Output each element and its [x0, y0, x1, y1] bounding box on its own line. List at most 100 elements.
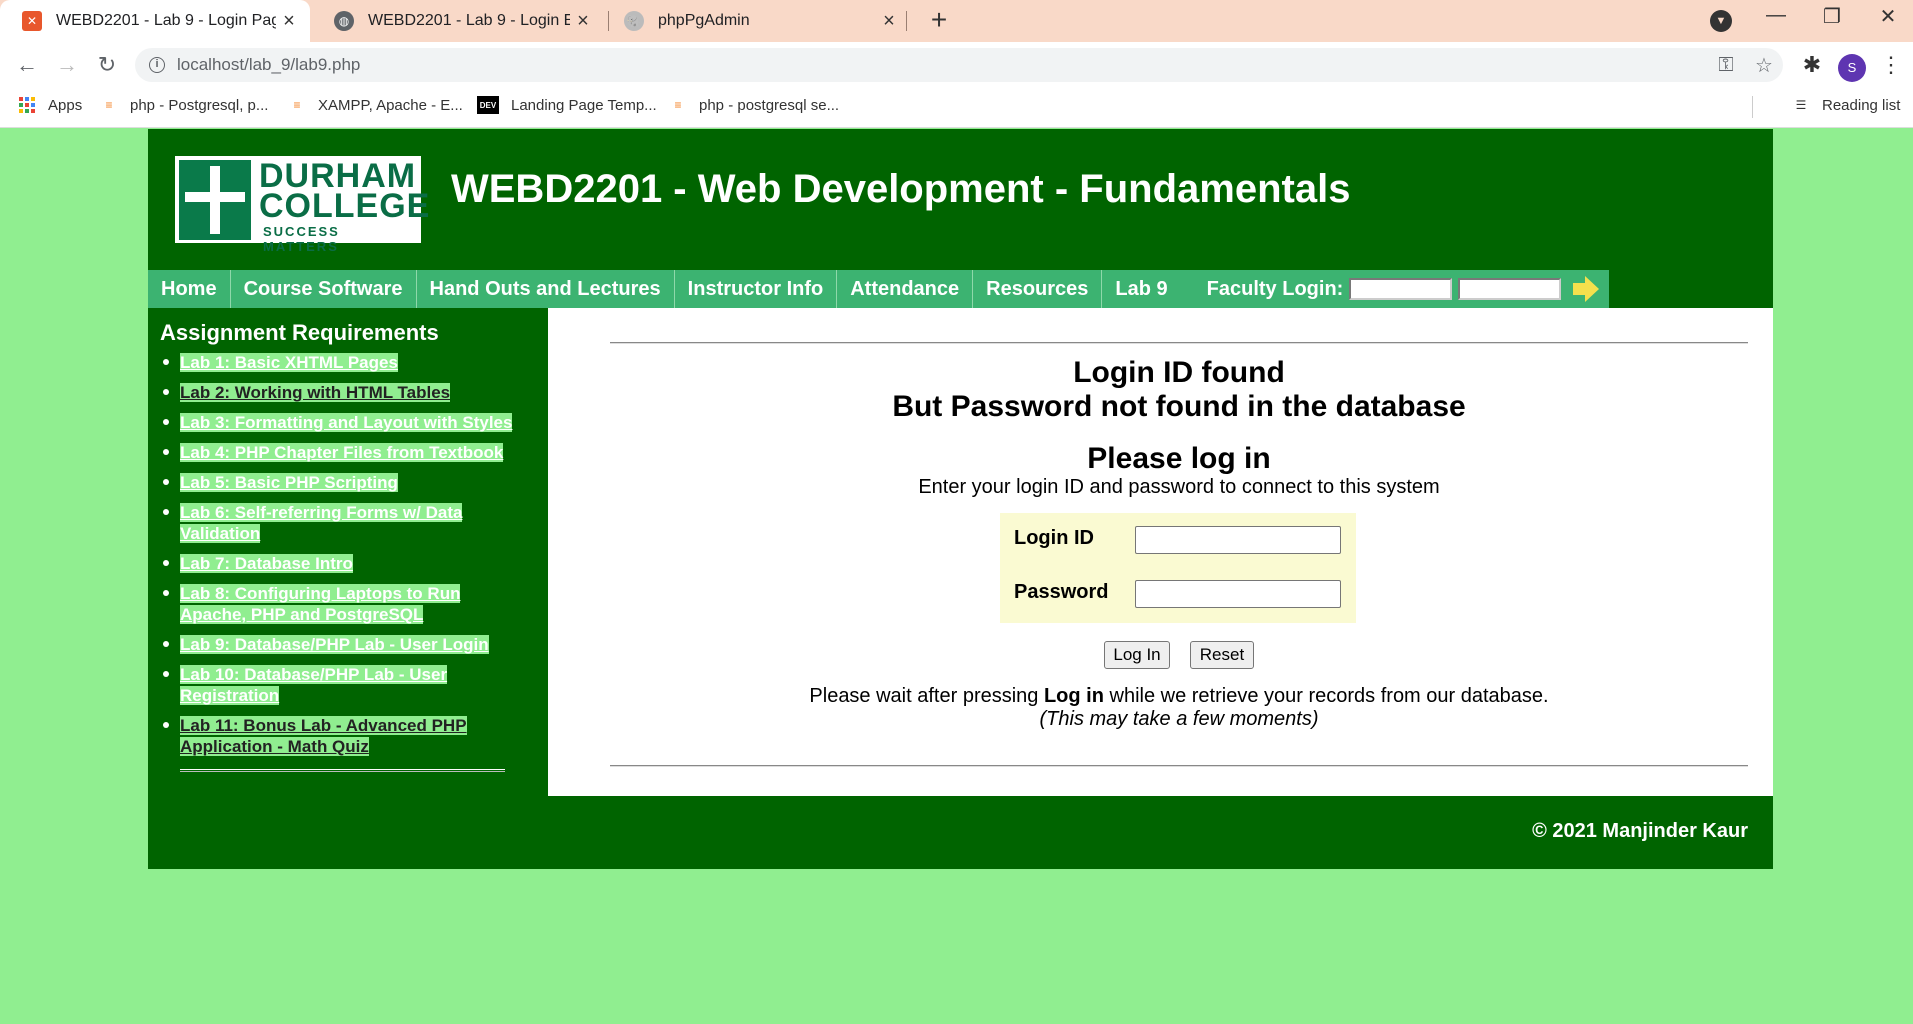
faculty-password-input[interactable]: [1458, 278, 1562, 300]
lab-8-link[interactable]: Lab 8: Configuring Laptops to Run Apache…: [180, 584, 461, 624]
message-line-2: But Password not found in the database: [892, 390, 1466, 423]
please-login-heading: Please log in: [1087, 442, 1271, 475]
list-item: Lab 5: Basic PHP Scripting: [160, 472, 540, 493]
key-icon[interactable]: ⚿: [1707, 54, 1745, 77]
lab-4-link[interactable]: Lab 4: PHP Chapter Files from Textbook: [180, 443, 504, 462]
close-tab-icon[interactable]: ×: [276, 10, 302, 33]
close-window-button[interactable]: ✕: [1868, 4, 1908, 29]
forward-button[interactable]: →: [50, 48, 84, 82]
lab-9-link[interactable]: Lab 9: Database/PHP Lab - User Login: [180, 635, 489, 654]
lab-1-link[interactable]: Lab 1: Basic XHTML Pages: [180, 353, 398, 372]
browser-toolbar: ← → ↻ i localhost/lab_9/lab9.php ⚿ ☆ ✱ S…: [0, 42, 1913, 88]
bookmark-xampp[interactable]: ≡ XAMPP, Apache - E...: [288, 96, 463, 114]
message-line-1: Login ID found: [1073, 356, 1285, 389]
url-text[interactable]: localhost/lab_9/lab9.php: [177, 55, 1707, 75]
faculty-login-id-input[interactable]: [1349, 278, 1453, 300]
copyright-text: © 2021 Manjinder Kaur: [1532, 820, 1748, 842]
elephant-icon: 🐘: [624, 11, 644, 31]
site-footer: © 2021 Manjinder Kaur: [148, 796, 1773, 869]
bookmark-landing-page[interactable]: DEV Landing Page Temp...: [477, 96, 657, 114]
bookmark-php-postgresql[interactable]: ≡ php - Postgresql, p...: [100, 96, 268, 114]
nav-home[interactable]: Home: [148, 270, 231, 308]
bookmarks-bar: Apps ≡ php - Postgresql, p... ≡ XAMPP, A…: [0, 88, 1913, 128]
nav-lab-9[interactable]: Lab 9: [1102, 270, 1180, 308]
nav-course-software[interactable]: Course Software: [231, 270, 417, 308]
main-nav: Home Course Software Hand Outs and Lectu…: [148, 270, 1773, 308]
lab-7-link[interactable]: Lab 7: Database Intro: [180, 554, 353, 573]
tab-separator: [608, 11, 609, 31]
login-id-label: Login ID: [1014, 527, 1094, 549]
minimize-button[interactable]: —: [1756, 4, 1796, 27]
reading-list-button[interactable]: ☰ Reading list: [1792, 96, 1901, 114]
lab-2-link[interactable]: Lab 2: Working with HTML Tables: [180, 383, 451, 402]
globe-icon: ◍: [334, 11, 354, 31]
profile-avatar[interactable]: S: [1838, 54, 1866, 82]
assignment-list: Lab 1: Basic XHTML Pages Lab 2: Working …: [160, 352, 548, 757]
nav-resources[interactable]: Resources: [973, 270, 1103, 308]
restore-button[interactable]: ❐: [1812, 4, 1852, 29]
bookmark-label: Apps: [48, 96, 83, 114]
site-header: DURHAM COLLEGE SUCCESS MATTERS WEBD2201 …: [148, 129, 1773, 270]
bookmark-postgresql-se[interactable]: ≡ php - postgresql se...: [669, 96, 839, 114]
reset-button[interactable]: Reset: [1190, 641, 1254, 669]
bottom-divider: [610, 765, 1748, 767]
list-item: Lab 11: Bonus Lab - Advanced PHP Applica…: [160, 715, 490, 757]
durham-college-logo: DURHAM COLLEGE SUCCESS MATTERS: [173, 154, 429, 254]
close-tab-icon[interactable]: ×: [570, 10, 596, 33]
lab-10-link[interactable]: Lab 10: Database/PHP Lab - User Registra…: [180, 665, 448, 705]
address-bar[interactable]: i localhost/lab_9/lab9.php ⚿ ☆: [135, 48, 1783, 82]
extensions-puzzle-icon[interactable]: ✱: [1795, 50, 1829, 80]
list-item: Lab 1: Basic XHTML Pages: [160, 352, 540, 373]
reading-list-icon: ☰: [1795, 98, 1807, 112]
site-container: DURHAM COLLEGE SUCCESS MATTERS WEBD2201 …: [148, 129, 1773, 869]
apps-grid-icon: [18, 96, 36, 114]
site-info-icon[interactable]: i: [149, 57, 165, 73]
list-item: Lab 7: Database Intro: [160, 553, 540, 574]
menu-kebab-icon[interactable]: ⋮: [1874, 50, 1908, 80]
new-tab-button[interactable]: +: [922, 4, 956, 36]
star-bookmark-icon[interactable]: ☆: [1745, 53, 1783, 78]
tab-phppgadmin[interactable]: 🐘 phpPgAdmin ×: [610, 0, 910, 42]
dev-icon: DEV: [477, 96, 499, 114]
sidebar-divider: [180, 769, 505, 772]
wait-notice: Please wait after pressing Log in while …: [610, 685, 1748, 731]
list-item: Lab 9: Database/PHP Lab - User Login: [160, 634, 540, 655]
arrow-right-icon[interactable]: [1573, 276, 1600, 302]
password-input[interactable]: [1135, 580, 1341, 608]
password-label: Password: [1014, 581, 1109, 603]
tab-search-icon[interactable]: ▼: [1710, 10, 1732, 32]
nav-instructor-info[interactable]: Instructor Info: [675, 270, 838, 308]
moments-text: (This may take a few moments): [1039, 708, 1319, 730]
sidebar: Assignment Requirements Lab 1: Basic XHT…: [148, 308, 548, 796]
nav-hand-outs[interactable]: Hand Outs and Lectures: [417, 270, 675, 308]
bookmark-label: XAMPP, Apache - E...: [318, 96, 463, 114]
list-item: Lab 10: Database/PHP Lab - User Registra…: [160, 664, 490, 706]
nav-attendance[interactable]: Attendance: [837, 270, 974, 308]
list-item: Lab 8: Configuring Laptops to Run Apache…: [160, 583, 490, 625]
tab-separator: [906, 11, 907, 31]
lab-3-link[interactable]: Lab 3: Formatting and Layout with Styles: [180, 413, 513, 432]
page-title: WEBD2201 - Web Development - Fundamental…: [451, 167, 1351, 211]
login-button[interactable]: Log In: [1104, 641, 1170, 669]
stackoverflow-icon: ≡: [105, 98, 113, 112]
lab-11-link[interactable]: Lab 11: Bonus Lab - Advanced PHP Applica…: [180, 716, 467, 756]
xampp-icon: ✕: [22, 11, 42, 31]
tab-title: WEBD2201 - Lab 9 - Login Examp: [368, 12, 570, 29]
error-message: Login ID found But Password not found in…: [610, 356, 1748, 424]
bookmark-label: Landing Page Temp...: [511, 96, 657, 114]
lab-6-link[interactable]: Lab 6: Self-referring Forms w/ Data Vali…: [180, 503, 463, 543]
login-heading-block: Please log in Enter your login ID and pa…: [610, 442, 1748, 499]
tab-login-example[interactable]: ◍ WEBD2201 - Lab 9 - Login Examp ×: [312, 0, 604, 42]
tab-login-page[interactable]: ✕ WEBD2201 - Lab 9 - Login Page ×: [0, 0, 310, 42]
back-button[interactable]: ←: [10, 48, 44, 82]
stackoverflow-icon: ≡: [293, 98, 301, 112]
shield-icon: [179, 160, 251, 240]
bookmark-apps[interactable]: Apps: [18, 96, 82, 114]
reload-button[interactable]: ↻: [90, 48, 124, 82]
reading-list-label: Reading list: [1822, 96, 1901, 114]
close-tab-icon[interactable]: ×: [876, 10, 902, 33]
logo-tagline: SUCCESS MATTERS: [263, 224, 340, 254]
login-id-input[interactable]: [1135, 526, 1341, 554]
wait-text: Please wait after pressing Log in while …: [809, 685, 1549, 707]
lab-5-link[interactable]: Lab 5: Basic PHP Scripting: [180, 473, 398, 492]
